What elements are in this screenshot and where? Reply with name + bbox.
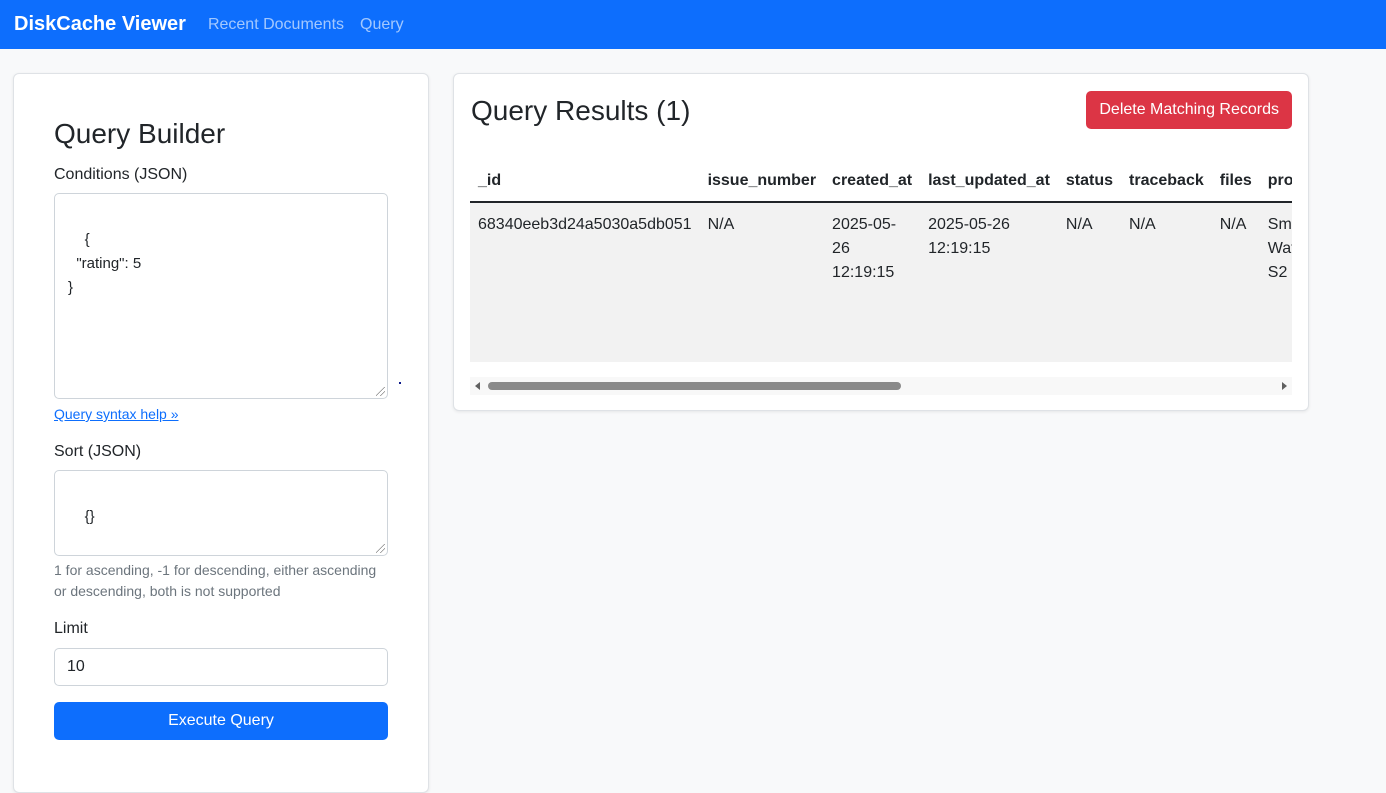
limit-input[interactable]: 10 [54,648,388,686]
sort-text: {} [84,508,95,525]
column-header[interactable]: created_at [824,160,921,203]
table-cell-last-updated-at: 2025-05-26 12:19:15 [920,202,1058,362]
table-cell-files: N/A [1211,202,1260,362]
column-header[interactable]: files [1211,160,1260,203]
results-table: _id issue_number created_at last_updated… [470,160,1292,362]
table-cell-status: N/A [1057,202,1122,362]
scroll-left-arrow-icon[interactable] [475,382,480,390]
conditions-textarea[interactable]: { "rating": 5 } [54,193,388,399]
query-results-title: Query Results (1) [471,95,691,126]
nav-link-recent-documents[interactable]: Recent Documents [208,16,344,34]
query-builder-title: Query Builder [54,118,226,149]
table-cell-traceback: N/A [1121,202,1212,362]
sort-textarea[interactable]: {} [54,470,388,556]
table-cell-product: Smart Watch S2 [1259,202,1292,362]
conditions-label: Conditions (JSON) [54,166,188,183]
column-header[interactable]: _id [470,160,700,203]
table-cell-id: 68340eeb3d24a5030a5db051 [470,202,700,362]
brand-link[interactable]: DiskCache Viewer [14,13,186,36]
scrollbar-thumb[interactable] [488,382,901,390]
column-header[interactable]: last_updated_at [920,160,1058,203]
conditions-text: { "rating": 5 } [68,231,142,296]
delete-matching-records-button[interactable]: Delete Matching Records [1086,91,1292,129]
column-header[interactable]: traceback [1121,160,1212,203]
table-cell-issue-number: N/A [699,202,825,362]
limit-label: Limit [54,620,88,637]
query-builder-card: Query Builder Conditions (JSON) { "ratin… [13,73,429,793]
column-header[interactable]: issue_number [699,160,825,203]
horizontal-scrollbar[interactable] [470,377,1292,395]
table-row: 68340eeb3d24a5030a5db051 N/A 2025-05- 26… [470,202,1292,362]
column-header[interactable]: product [1259,160,1292,203]
stray-dot [399,382,401,384]
query-syntax-help-link[interactable]: Query syntax help » [54,406,179,422]
table-cell-created-at: 2025-05- 26 12:19:15 [824,202,921,362]
table-header-row: _id issue_number created_at last_updated… [470,160,1292,203]
sort-help-text: 1 for ascending, -1 for descending, eith… [54,562,377,599]
results-table-container: _id issue_number created_at last_updated… [470,160,1292,363]
nav-link-query[interactable]: Query [360,16,404,34]
sort-label: Sort (JSON) [54,443,142,460]
navbar: DiskCache Viewer Recent Documents Query [0,0,1386,49]
scroll-right-arrow-icon[interactable] [1282,382,1287,390]
resize-grip-icon[interactable] [376,544,385,553]
query-results-card: Query Results (1) Delete Matching Record… [453,73,1309,411]
column-header[interactable]: status [1057,160,1122,203]
resize-grip-icon[interactable] [376,387,385,396]
execute-query-button[interactable]: Execute Query [54,702,388,740]
